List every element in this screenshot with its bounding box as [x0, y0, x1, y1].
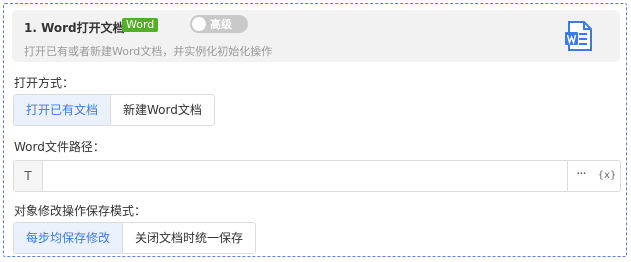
- file-path-input[interactable]: [43, 161, 567, 191]
- card-description: 打开已有或者新建Word文档，并实例化初始化操作: [24, 45, 273, 58]
- word-tag-badge: Word: [122, 18, 159, 32]
- save-on-close-option[interactable]: 关闭文档时统一保存: [122, 223, 256, 253]
- word-document-icon: [565, 21, 592, 51]
- open-existing-option[interactable]: 打开已有文档: [14, 95, 111, 125]
- advanced-toggle[interactable]: 高级: [190, 15, 248, 33]
- open-mode-selector: 打开已有文档 新建Word文档: [13, 94, 215, 126]
- word-open-document-card: 1. Word打开文档 Word 高级 打开已有或者新建Word文档，并实例化初…: [3, 3, 627, 257]
- browse-more-button[interactable]: ···: [567, 161, 594, 191]
- file-path-field: T ··· {x}: [13, 160, 621, 192]
- card-title: 1. Word打开文档: [24, 21, 125, 35]
- card-header: 1. Word打开文档 Word 高级 打开已有或者新建Word文档，并实例化初…: [12, 10, 620, 62]
- open-mode-label: 打开方式：: [14, 76, 75, 90]
- text-type-button[interactable]: T: [14, 161, 43, 191]
- save-mode-selector: 每步均保存修改 关闭文档时统一保存: [13, 222, 257, 254]
- advanced-toggle-label: 高级: [210, 18, 232, 31]
- variable-button[interactable]: {x}: [594, 161, 620, 191]
- save-each-step-option[interactable]: 每步均保存修改: [14, 223, 123, 253]
- file-path-label: Word文件路径：: [14, 140, 105, 154]
- save-mode-label: 对象修改操作保存模式：: [14, 204, 147, 218]
- create-new-option[interactable]: 新建Word文档: [110, 95, 214, 125]
- toggle-knob: [192, 17, 206, 31]
